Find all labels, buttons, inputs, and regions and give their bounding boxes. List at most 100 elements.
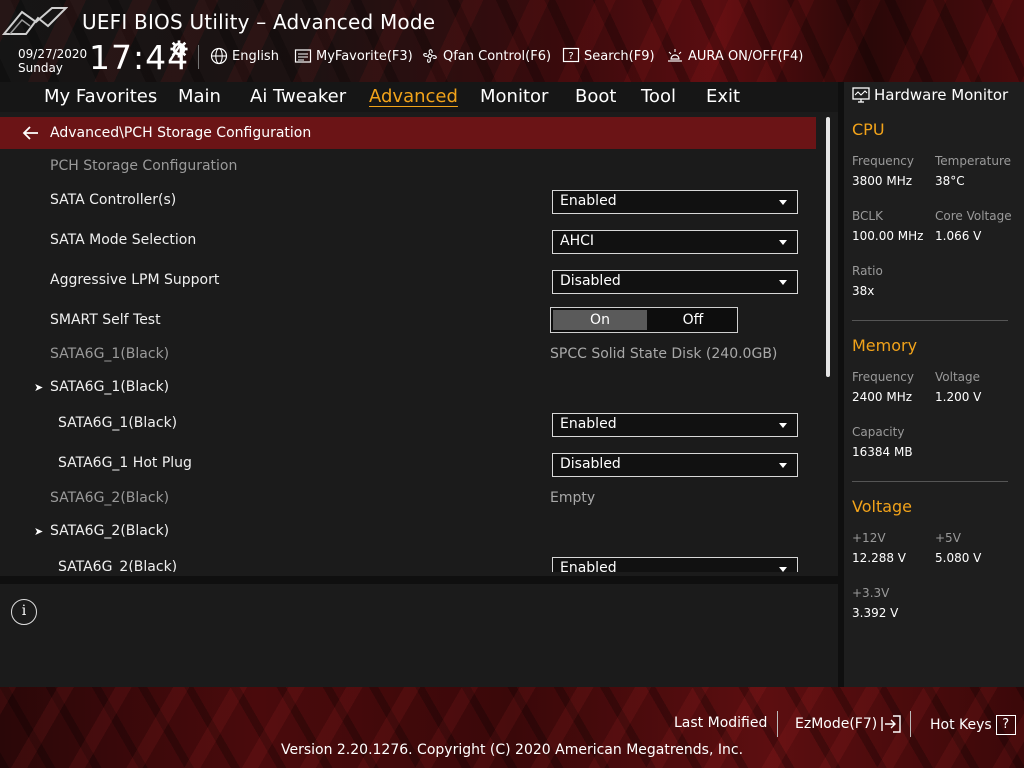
svg-text:?: ? (568, 51, 573, 62)
sata-mode-dropdown[interactable]: AHCI (552, 230, 798, 254)
sata1-hotplug-label: SATA6G_1 Hot Plug (58, 455, 192, 471)
fan-icon (423, 49, 437, 63)
expand-arrow-icon[interactable]: ➤ (34, 525, 43, 538)
hot-keys-button[interactable]: Hot Keys ? (930, 715, 1016, 735)
cpu-temperature-label: Temperature (935, 154, 1012, 168)
breadcrumb[interactable]: Advanced\PCH Storage Configuration (0, 117, 816, 149)
bclk-label: BCLK (852, 209, 883, 223)
sata2-info-label: SATA6G_2(Black) (50, 490, 170, 506)
sata2-enable-dropdown[interactable]: Enabled (552, 557, 798, 572)
sata-mode-label: SATA Mode Selection (50, 232, 197, 248)
tab-tool[interactable]: Tool (641, 86, 676, 107)
search-button[interactable]: ? Search(F9) (562, 46, 655, 66)
v33-label: +3.3V (852, 586, 890, 600)
aggressive-lpm-dropdown[interactable]: Disabled (552, 270, 798, 294)
cpu-heading: CPU (852, 120, 885, 139)
help-key-icon: ? (995, 715, 1016, 735)
capacity-value: 16384 MB (852, 445, 913, 459)
memory-voltage-label: Voltage (935, 370, 981, 384)
section-divider (852, 481, 1008, 482)
v5-label: +5V (935, 531, 961, 545)
favorite-list-icon (294, 49, 312, 63)
capacity-label: Capacity (852, 425, 905, 439)
sata-controller-label: SATA Controller(s) (50, 192, 177, 208)
chevron-down-icon (779, 423, 787, 428)
search-label: Search(F9) (584, 48, 655, 64)
last-modified-button[interactable]: Last Modified (674, 715, 767, 731)
sata2-enable-label: SATA6G_2(Black) (58, 559, 178, 572)
copyright-text: Version 2.20.1276. Copyright (C) 2020 Am… (280, 742, 744, 758)
sata2-enable-value: Enabled (560, 560, 617, 572)
sata-mode-value: AHCI (560, 233, 595, 249)
sata1-enable-value: Enabled (560, 416, 617, 432)
cpu-frequency-value: 3800 MHz (852, 174, 913, 188)
bclk-value: 100.00 MHz (852, 229, 924, 243)
qfan-control-button[interactable]: Qfan Control(F6) (421, 46, 551, 66)
tab-ai-tweaker[interactable]: Ai Tweaker (250, 86, 346, 107)
ezmode-button[interactable]: EzMode(F7) (795, 715, 901, 733)
language-button[interactable]: English (210, 46, 279, 66)
aggressive-lpm-value: Disabled (560, 273, 621, 289)
exit-to-icon (881, 715, 901, 733)
scrollbar[interactable] (826, 117, 830, 377)
sata1-enable-label: SATA6G_1(Black) (58, 415, 178, 431)
sata2-group-label[interactable]: SATA6G_2(Black) (50, 523, 169, 539)
tab-my-favorites[interactable]: My Favorites (44, 86, 157, 107)
breadcrumb-path: Advanced\PCH Storage Configuration (50, 125, 312, 141)
day-text: Sunday (18, 61, 63, 75)
v5-value: 5.080 V (935, 551, 982, 565)
chevron-down-icon (779, 240, 787, 245)
hardware-monitor-label: Hardware Monitor (874, 86, 1009, 104)
sata1-hotplug-dropdown[interactable]: Disabled (552, 453, 798, 477)
sata1-hotplug-value: Disabled (560, 456, 621, 472)
expand-arrow-icon[interactable]: ➤ (34, 381, 43, 394)
settings-panel (0, 112, 838, 576)
myfavorite-button[interactable]: MyFavorite(F3) (294, 46, 413, 66)
gear-icon[interactable] (170, 40, 188, 58)
smart-self-test-toggle[interactable]: On Off (550, 307, 738, 333)
cpu-temperature-value: 38°C (935, 174, 965, 188)
toggle-on-option[interactable]: On (553, 310, 647, 330)
tab-advanced[interactable]: Advanced (369, 86, 458, 107)
monitor-icon (852, 87, 870, 103)
core-voltage-label: Core Voltage (935, 209, 1012, 223)
core-voltage-value: 1.066 V (935, 229, 982, 243)
chevron-down-icon (779, 567, 787, 572)
voltage-heading: Voltage (852, 497, 913, 516)
ezmode-label: EzMode(F7) (795, 716, 878, 732)
search-help-icon: ? (562, 47, 580, 63)
sata1-info-label: SATA6G_1(Black) (50, 346, 170, 362)
chevron-down-icon (779, 200, 787, 205)
rog-logo-icon (2, 7, 68, 35)
sata-controller-value: Enabled (560, 193, 617, 209)
sata1-group-label[interactable]: SATA6G_1(Black) (50, 379, 169, 395)
toggle-off-option[interactable]: Off (649, 308, 737, 332)
sata-controller-dropdown[interactable]: Enabled (552, 190, 798, 214)
back-arrow-icon[interactable] (22, 125, 40, 141)
sata1-enable-dropdown[interactable]: Enabled (552, 413, 798, 437)
memory-heading: Memory (852, 336, 918, 355)
clipped-row: SATA6G_2(Black) Enabled (0, 552, 820, 572)
chevron-down-icon (779, 280, 787, 285)
globe-icon (210, 47, 228, 65)
ratio-label: Ratio (852, 264, 883, 278)
aura-light-icon (668, 49, 682, 62)
section-divider (852, 320, 1008, 321)
info-panel (0, 584, 838, 687)
memory-voltage-value: 1.200 V (935, 390, 982, 404)
qfan-label: Qfan Control(F6) (443, 48, 552, 64)
hardware-monitor-title: Hardware Monitor (852, 86, 1008, 104)
myfavorite-label: MyFavorite(F3) (316, 48, 413, 64)
tab-main[interactable]: Main (178, 86, 221, 107)
smart-self-test-label: SMART Self Test (50, 312, 161, 328)
aura-toggle-button[interactable]: AURA ON/OFF(F4) (666, 46, 803, 66)
hot-keys-label: Hot Keys (930, 717, 992, 733)
tab-monitor[interactable]: Monitor (480, 86, 548, 107)
sata2-device-value: Empty (550, 490, 596, 506)
aura-label: AURA ON/OFF(F4) (688, 48, 804, 64)
memory-frequency-label: Frequency (852, 370, 914, 384)
v12-value: 12.288 V (852, 551, 907, 565)
tab-exit[interactable]: Exit (706, 86, 740, 107)
ratio-value: 38x (852, 284, 875, 298)
tab-boot[interactable]: Boot (575, 86, 616, 107)
